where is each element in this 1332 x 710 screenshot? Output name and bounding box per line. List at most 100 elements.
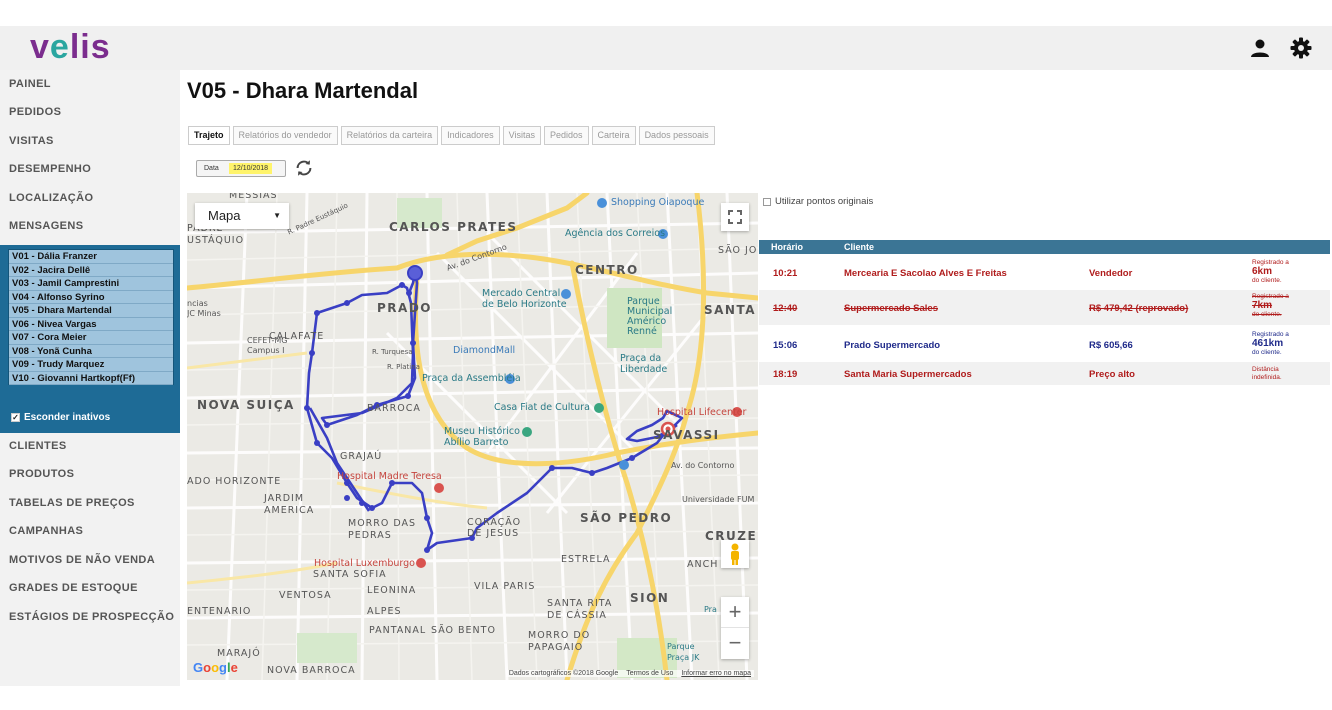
checkbox[interactable] <box>763 197 771 206</box>
vendor-item[interactable]: V01 - Dália Franzer <box>9 250 173 264</box>
original-points-toggle[interactable]: Utilizar pontos originais <box>763 196 873 207</box>
visit-distance: Registrado a 7km do cliente. <box>1252 293 1289 319</box>
map-label: VENTOSA <box>279 590 332 601</box>
vendor-item[interactable]: V07 - Cora Meier <box>9 331 173 345</box>
map-label: CORAÇÃO DE JESUS <box>467 517 522 539</box>
tab-pedidos[interactable]: Pedidos <box>544 126 589 145</box>
menu-item-motivos-nao-venda[interactable]: MOTIVOS DE NÃO VENDA <box>9 554 155 566</box>
menu-item-pedidos[interactable]: PEDIDOS <box>9 106 61 118</box>
visits-table: Horário Cliente 10:21 Mercearia E Sacola… <box>759 240 1330 386</box>
map-label: SÃO JO <box>718 245 758 256</box>
vendor-selector: V01 - Dália Franzer V02 - Jacira Dellê V… <box>0 245 180 433</box>
tab-trajeto[interactable]: Trajeto <box>188 126 230 145</box>
menu-item-desempenho[interactable]: DESEMPENHO <box>9 163 91 175</box>
gear-icon[interactable] <box>1289 36 1313 60</box>
map-type-dropdown[interactable]: Mapa ▼ <box>195 203 289 229</box>
visit-client[interactable]: Mercearia E Sacolao Alves E Freitas <box>844 268 1007 279</box>
map-label: Parque Municipal Américo Renné <box>627 296 673 337</box>
menu-item-produtos[interactable]: PRODUTOS <box>9 468 74 480</box>
terms-link[interactable]: Termos de Uso <box>626 670 673 677</box>
distance-suffix: indefinida. <box>1252 374 1282 381</box>
table-row[interactable]: 12:40 Supermercado Sales R$ 479,42 (repr… <box>759 290 1330 326</box>
map-label: LEONINA <box>367 585 417 596</box>
vendor-item[interactable]: V03 - Jamil Camprestini <box>9 277 173 291</box>
map-label: SANTA SOFIA <box>313 569 387 580</box>
visit-client[interactable]: Supermercado Sales <box>844 303 938 314</box>
map-label: Hospital Lifecenter <box>657 407 747 418</box>
tab-relatorios-carteira[interactable]: Relatórios da carteira <box>340 126 439 145</box>
visit-distance: Distância indefinida. <box>1252 366 1282 382</box>
menu-item-campanhas[interactable]: CAMPANHAS <box>9 525 83 537</box>
vendor-item[interactable]: V06 - Nivea Vargas <box>9 318 173 331</box>
map-label: VILA PARIS <box>474 581 536 592</box>
map-label: GRAJAÚ <box>340 451 383 462</box>
tab-relatorios-vendedor[interactable]: Relatórios do vendedor <box>232 126 338 145</box>
tab-indicadores[interactable]: Indicadores <box>441 126 500 145</box>
visit-client[interactable]: Prado Supermercado <box>844 340 940 351</box>
vendor-item[interactable]: V02 - Jacira Dellê <box>9 264 173 277</box>
route-map[interactable]: MESSIAS PADRE USTÁQUIO CARLOS PRATES CEN… <box>187 193 758 680</box>
zoom-in-button[interactable]: + <box>721 597 749 628</box>
map-label: MORRO DAS PEDRAS <box>348 518 417 541</box>
distance-value: 6km <box>1252 266 1273 277</box>
tab-visitas[interactable]: Visitas <box>502 126 542 145</box>
table-row[interactable]: 15:06 Prado Supermercado R$ 605,66 Regis… <box>759 326 1330 362</box>
map-label: ESTRELA <box>561 554 611 565</box>
refresh-icon[interactable] <box>293 157 315 179</box>
menu-item-visitas[interactable]: VISITAS <box>9 135 54 147</box>
date-label: Data <box>204 165 219 172</box>
date-value[interactable]: 12/10/2018 <box>229 163 273 174</box>
visit-info: Vendedor <box>1089 268 1133 279</box>
report-error-link[interactable]: Informar erro no mapa <box>681 670 751 677</box>
table-row[interactable]: 18:19 Santa Maria Supermercados Preço al… <box>759 362 1330 386</box>
map-label: CARLOS PRATES <box>389 220 518 234</box>
hide-inactive-toggle[interactable]: ✓ Esconder inativos <box>11 412 110 423</box>
user-icon[interactable] <box>1248 36 1272 60</box>
map-label: Praça da Liberdade <box>620 353 668 375</box>
vendor-item[interactable]: V10 - Giovanni Hartkopf(Ff) <box>9 372 173 385</box>
table-row[interactable]: 10:21 Mercearia E Sacolao Alves E Freita… <box>759 254 1330 290</box>
street-view-button[interactable] <box>721 540 749 568</box>
map-label: ALPES <box>367 606 402 617</box>
visit-time: 12:40 <box>773 303 798 314</box>
visit-info: R$ 605,66 <box>1089 340 1133 351</box>
map-attribution: Dados cartográficos ©2018 Google Termos … <box>505 670 754 677</box>
fullscreen-button[interactable] <box>721 203 749 231</box>
attribution-text: Dados cartográficos ©2018 Google <box>508 670 619 677</box>
menu-item-localizacao[interactable]: LOCALIZAÇÃO <box>9 192 93 204</box>
menu-item-clientes[interactable]: CLIENTES <box>9 440 67 452</box>
velis-logo[interactable]: velis <box>30 28 111 67</box>
menu-item-estagios-prospeccao[interactable]: ESTÁGIOS DE PROSPECÇÃO <box>9 611 174 623</box>
map-label: SION <box>630 591 670 605</box>
map-label: ncias JC Minas <box>187 299 221 318</box>
checkbox[interactable]: ✓ <box>11 413 20 422</box>
distance-prefix: Registrado a <box>1252 293 1289 300</box>
chevron-down-icon: ▼ <box>273 211 281 220</box>
menu-item-grades-estoque[interactable]: GRADES DE ESTOQUE <box>9 582 138 594</box>
map-label: SÃO BENTO <box>431 625 496 636</box>
zoom-out-button[interactable]: − <box>721 628 749 659</box>
fullscreen-icon <box>728 210 742 224</box>
date-picker[interactable]: Data 12/10/2018 <box>196 160 286 177</box>
menu-item-tabelas-precos[interactable]: TABELAS DE PREÇOS <box>9 497 135 509</box>
vendor-list[interactable]: V01 - Dália Franzer V02 - Jacira Dellê V… <box>8 249 174 385</box>
tab-carteira[interactable]: Carteira <box>591 126 636 145</box>
map-label: NOVA BARROCA <box>267 665 356 676</box>
visit-time: 18:19 <box>773 369 798 380</box>
map-label: Hospital Luxemburgo <box>314 558 415 569</box>
menu-item-painel[interactable]: PAINEL <box>9 78 51 90</box>
map-label: BARROCA <box>367 403 421 414</box>
tab-dados-pessoais[interactable]: Dados pessoais <box>638 126 715 145</box>
map-label: MARAJÓ <box>217 648 261 659</box>
visit-client[interactable]: Santa Maria Supermercados <box>844 369 972 380</box>
map-label: SANTA RITA DE CÁSSIA <box>547 598 613 621</box>
vendor-item[interactable]: V04 - Alfonso Syrino <box>9 291 173 304</box>
map-label: Praça da Assembléia <box>422 373 521 384</box>
vendor-item[interactable]: V05 - Dhara Martendal <box>9 304 173 318</box>
menu-item-mensagens[interactable]: MENSAGENS <box>9 220 84 232</box>
map-label: Pra <box>704 605 717 614</box>
vendor-item[interactable]: V09 - Trudy Marquez <box>9 358 173 372</box>
vendor-item[interactable]: V08 - Yonã Cunha <box>9 345 173 358</box>
map-label: ENTENARIO <box>187 606 252 617</box>
visit-info: Preço alto <box>1089 369 1135 380</box>
